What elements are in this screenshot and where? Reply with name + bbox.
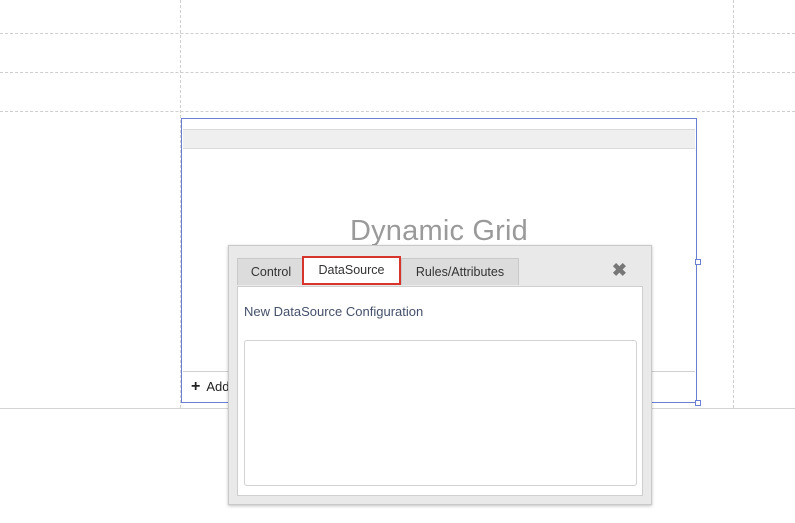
tab-control[interactable]: Control [237, 258, 305, 285]
grid-line [0, 111, 795, 112]
datasource-panel: New DataSource Configuration [237, 286, 643, 496]
datasource-config-area[interactable] [244, 340, 637, 486]
tab-datasource[interactable]: DataSource [302, 256, 401, 285]
add-row-button[interactable]: + Add [191, 378, 229, 396]
grid-title: Dynamic Grid [349, 215, 529, 247]
resize-handle-right[interactable] [695, 259, 701, 265]
add-row-label: Add [206, 379, 230, 394]
properties-dialog: Control DataSource Rules/Attributes ✖ Ne… [228, 245, 652, 505]
grid-header-row [183, 129, 695, 149]
grid-line [0, 33, 795, 34]
grid-line [733, 0, 734, 408]
plus-icon: + [191, 378, 201, 395]
panel-heading: New DataSource Configuration [244, 304, 424, 319]
close-icon[interactable]: ✖ [612, 260, 627, 281]
resize-handle-bottom-right[interactable] [695, 400, 701, 406]
grid-line [0, 72, 795, 73]
tab-rules-attributes[interactable]: Rules/Attributes [401, 258, 519, 285]
